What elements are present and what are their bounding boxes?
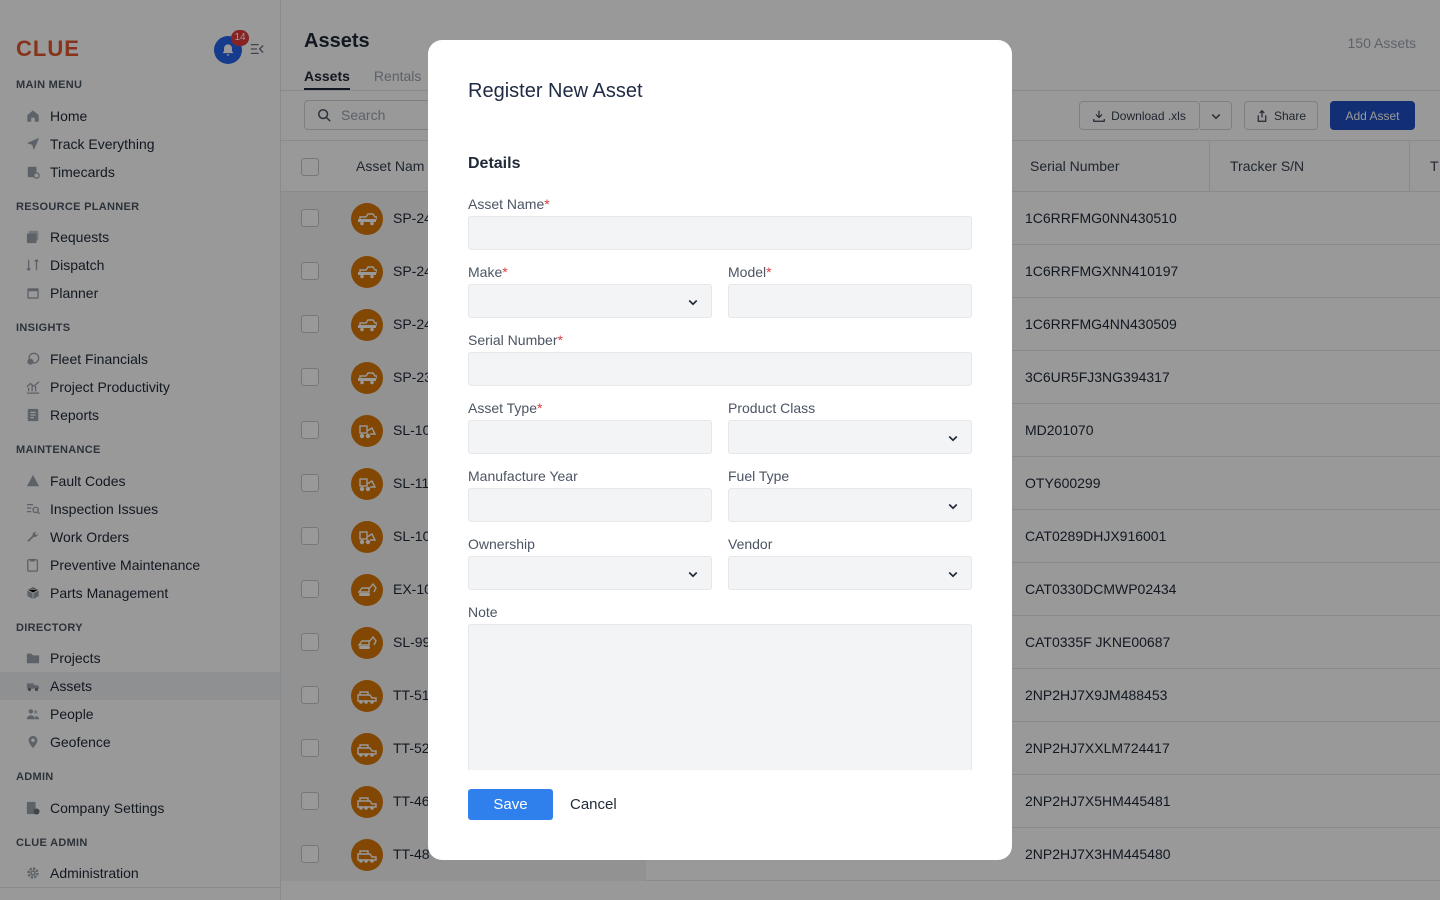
ownership-select[interactable] [468, 556, 712, 590]
fuel-type-select[interactable] [728, 488, 972, 522]
asset-name-label: Asset Name* [468, 196, 550, 212]
asset-name-input[interactable] [468, 216, 972, 250]
cancel-button[interactable]: Cancel [570, 796, 617, 813]
chevron-down-icon [948, 435, 958, 442]
fuel-type-label: Fuel Type [728, 468, 790, 484]
note-label: Note [468, 604, 498, 620]
modal-title: Register New Asset [468, 80, 643, 102]
details-heading: Details [468, 155, 521, 172]
serial-number-label: Serial Number* [468, 332, 563, 348]
save-button[interactable]: Save [468, 789, 553, 820]
serial-number-input[interactable] [468, 352, 972, 386]
note-textarea[interactable] [468, 624, 972, 770]
manufacture-year-label: Manufacture Year [468, 468, 578, 484]
product-class-select[interactable] [728, 420, 972, 454]
asset-type-input[interactable] [468, 420, 712, 454]
manufacture-year-input[interactable] [468, 488, 712, 522]
vendor-select[interactable] [728, 556, 972, 590]
make-select[interactable] [468, 284, 712, 318]
model-input[interactable] [728, 284, 972, 318]
register-asset-modal: Register New Asset Details Asset Name* M… [428, 40, 1012, 860]
vendor-label: Vendor [728, 536, 773, 552]
chevron-down-icon [948, 503, 958, 510]
product-class-label: Product Class [728, 400, 816, 416]
chevron-down-icon [948, 571, 958, 578]
chevron-down-icon [688, 571, 698, 578]
model-label: Model* [728, 264, 772, 280]
asset-type-label: Asset Type* [468, 400, 543, 416]
chevron-down-icon [688, 299, 698, 306]
make-label: Make* [468, 264, 508, 280]
ownership-label: Ownership [468, 536, 535, 552]
